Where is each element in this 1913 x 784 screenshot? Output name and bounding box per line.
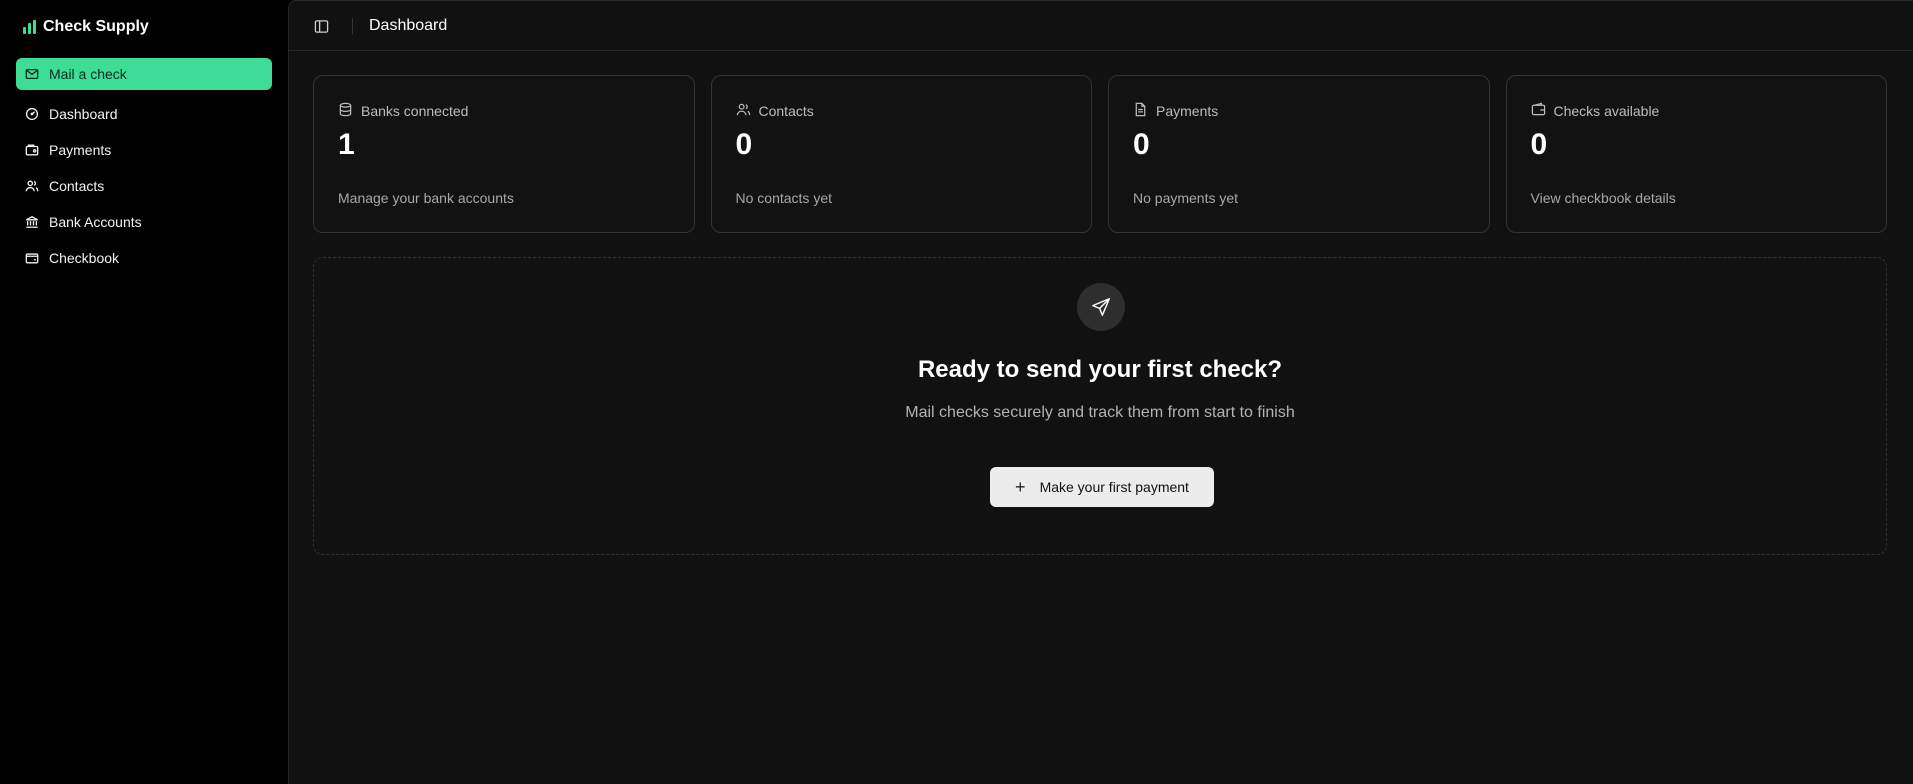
sidebar-item-payments[interactable]: Payments — [16, 134, 272, 166]
wallet-icon — [25, 143, 39, 157]
sidebar-item-bank-accounts[interactable]: Bank Accounts — [16, 206, 272, 238]
sidebar-item-contacts[interactable]: Contacts — [16, 170, 272, 202]
main-panel: Dashboard Banks connected 1 Manage your … — [288, 0, 1913, 784]
brand-name: Check Supply — [43, 18, 149, 35]
mail-a-check-button[interactable]: Mail a check — [16, 58, 272, 90]
database-icon — [338, 102, 353, 120]
mail-icon — [25, 67, 39, 81]
stat-footer: No contacts yet — [735, 190, 833, 206]
stat-card-payments: Payments 0 No payments yet — [1108, 75, 1490, 233]
empty-state-subtitle: Mail checks securely and track them from… — [905, 404, 1295, 421]
top-bar: Dashboard — [289, 1, 1913, 51]
stat-card-banks: Banks connected 1 Manage your bank accou… — [313, 75, 695, 233]
stat-card-contacts: Contacts 0 No contacts yet — [710, 75, 1092, 233]
stat-label: Checks available — [1553, 103, 1660, 119]
stat-label: Payments — [1156, 103, 1219, 119]
sidebar-nav: Mail a check Dashboard Payments Contacts — [16, 58, 272, 278]
stat-footer: No payments yet — [1133, 190, 1239, 206]
sidebar-toggle-icon[interactable] — [313, 18, 329, 34]
sidebar-item-dashboard[interactable]: Dashboard — [16, 98, 272, 130]
stat-value: 0 — [1133, 128, 1150, 161]
page-title: Dashboard — [369, 17, 448, 34]
sidebar-item-checkbook[interactable]: Checkbook — [16, 242, 272, 274]
stat-card-checks: Checks available 0 View checkbook detail… — [1505, 75, 1887, 233]
cta-label: Make your first payment — [1039, 479, 1189, 495]
empty-state-title: Ready to send your first check? — [917, 356, 1283, 383]
send-icon — [1077, 283, 1125, 331]
stat-value: 0 — [735, 128, 753, 161]
stat-cards: Banks connected 1 Manage your bank accou… — [313, 75, 1887, 233]
sidebar-item-label: Dashboard — [49, 106, 118, 122]
view-checkbook-link[interactable]: View checkbook details — [1531, 190, 1676, 206]
stat-label: Contacts — [758, 103, 814, 119]
manage-bank-accounts-link[interactable]: Manage your bank accounts — [338, 190, 514, 206]
stat-card-header: Banks connected — [338, 102, 468, 120]
topbar-divider — [352, 18, 353, 34]
sidebar-item-label: Checkbook — [49, 250, 120, 266]
brand[interactable]: Check Supply — [23, 14, 149, 40]
stat-value: 0 — [1530, 128, 1548, 161]
stat-card-header: Contacts — [736, 102, 814, 120]
make-first-payment-button[interactable]: + Make your first payment — [990, 467, 1214, 507]
document-icon — [1133, 102, 1148, 120]
mail-a-check-label: Mail a check — [49, 66, 127, 82]
stat-card-header: Payments — [1133, 102, 1218, 120]
gauge-icon — [25, 107, 39, 121]
plus-icon: + — [1015, 477, 1026, 497]
stat-value: 1 — [338, 128, 355, 161]
stat-card-header: Checks available — [1531, 102, 1660, 120]
bank-icon — [25, 215, 39, 229]
sidebar: Check Supply Mail a check Dashboard Paym… — [0, 0, 288, 784]
sidebar-item-label: Bank Accounts — [49, 214, 142, 230]
checkbook-icon — [25, 251, 39, 265]
empty-state: Ready to send your first check? Mail che… — [313, 257, 1887, 555]
check-supply-logo-icon — [23, 20, 36, 34]
wallet-icon — [1531, 102, 1546, 120]
users-icon — [25, 179, 39, 193]
stat-label: Banks connected — [361, 103, 469, 119]
users-icon — [736, 102, 751, 120]
sidebar-item-label: Payments — [49, 142, 112, 158]
sidebar-item-label: Contacts — [49, 178, 105, 194]
